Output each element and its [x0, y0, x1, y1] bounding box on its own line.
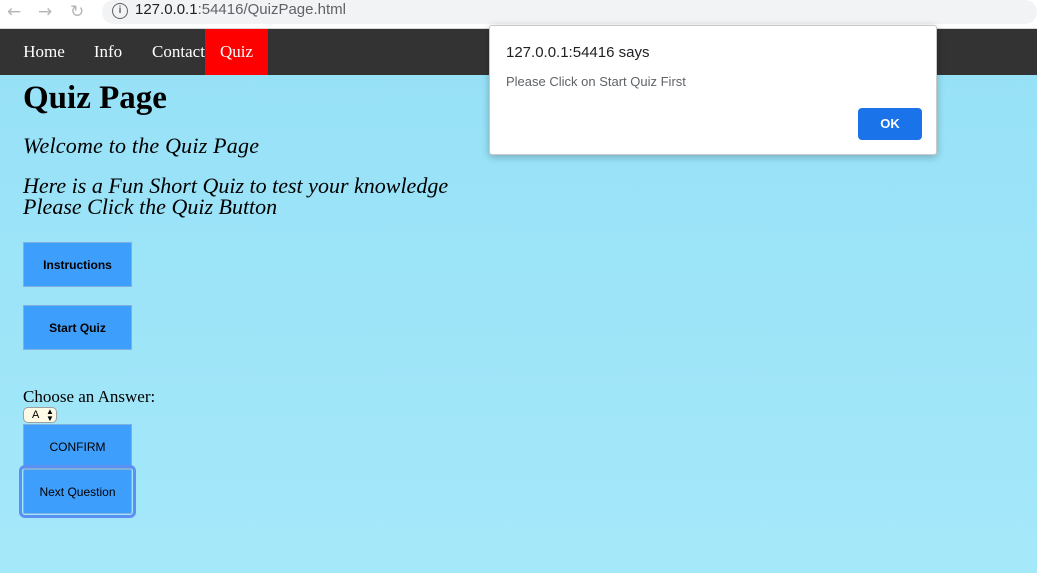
nav-quiz[interactable]: Quiz [205, 29, 268, 75]
url-path: :54416/QuizPage.html [197, 1, 346, 18]
confirm-button[interactable]: CONFIRM [23, 424, 132, 469]
answer-select-value: A [32, 409, 40, 421]
page-title: Quiz Page [23, 80, 167, 116]
quiz-description: Here is a Fun Short Quiz to test your kn… [23, 175, 448, 219]
next-question-button[interactable]: Next Question [19, 465, 136, 518]
forward-arrow-icon[interactable]: → [38, 2, 52, 22]
start-quiz-button[interactable]: Start Quiz [23, 305, 132, 350]
info-icon[interactable]: i [112, 3, 128, 19]
alert-dialog: 127.0.0.1:54416 says Please Click on Sta… [489, 25, 937, 155]
ok-button[interactable]: OK [858, 108, 922, 140]
url-host: 127.0.0.1 [135, 1, 198, 18]
instructions-button[interactable]: Instructions [23, 242, 132, 287]
dialog-title: 127.0.0.1:54416 says [506, 44, 650, 61]
reload-icon[interactable]: ↻ [70, 2, 84, 22]
url-text[interactable]: 127.0.0.1:54416/QuizPage.html [135, 1, 346, 18]
welcome-text: Welcome to the Quiz Page [23, 133, 260, 158]
description-line-2: Please Click the Quiz Button [23, 194, 278, 219]
answer-select[interactable]: A ▲ ▼ [23, 407, 57, 423]
dialog-message: Please Click on Start Quiz First [506, 74, 686, 89]
back-arrow-icon[interactable]: ← [7, 2, 21, 22]
select-arrows-icon: ▲ ▼ [46, 407, 54, 423]
choose-answer-label: Choose an Answer: [23, 387, 156, 406]
